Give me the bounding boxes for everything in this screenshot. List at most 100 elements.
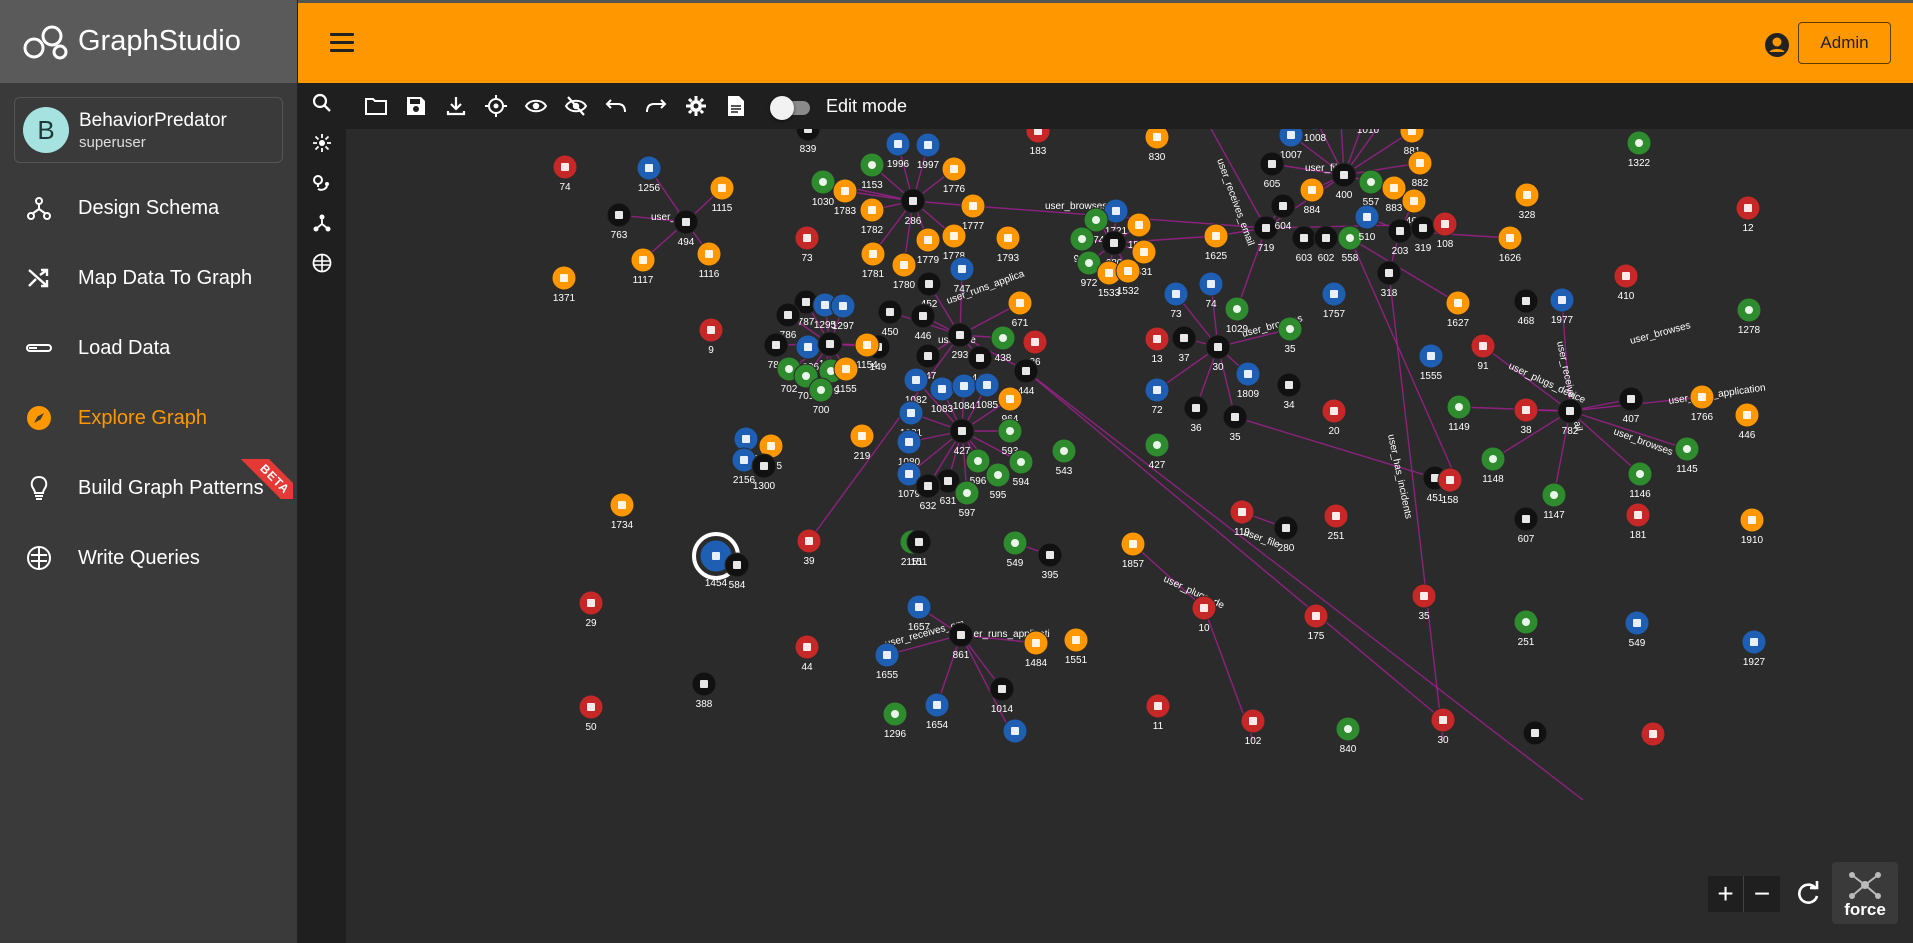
- graph-node-card[interactable]: 407: [1618, 386, 1644, 425]
- locate-button[interactable]: [476, 86, 516, 126]
- graph-node-card[interactable]: 607: [1513, 506, 1539, 545]
- graph-node-dev[interactable]: 1148: [1480, 446, 1506, 485]
- path-finding-button[interactable]: [298, 163, 346, 203]
- graph-node-user[interactable]: 1083: [929, 376, 955, 415]
- graph-node-app[interactable]: 883: [1381, 175, 1407, 214]
- graph-node-app[interactable]: 671: [1007, 290, 1033, 329]
- graph-node-app[interactable]: 1793: [995, 225, 1021, 264]
- graph-canvas[interactable]: user_browses user_file user_runs_applica us…: [346, 129, 1913, 943]
- graph-node-file[interactable]: 1014: [989, 676, 1015, 715]
- graph-node-file[interactable]: 603: [1291, 225, 1317, 264]
- graph-node-app[interactable]: 1116: [696, 241, 722, 280]
- graph-node-user[interactable]: 1977: [1549, 287, 1575, 326]
- graph-node-user[interactable]: 1927: [1741, 629, 1767, 668]
- graph-node-inc[interactable]: 29: [578, 590, 604, 629]
- graph-node-user[interactable]: 1007: [1278, 129, 1304, 161]
- graph-node-file[interactable]: 763: [606, 202, 632, 241]
- graph-node-dev[interactable]: 1146: [1627, 461, 1653, 500]
- graph-node-user[interactable]: 549: [1624, 610, 1650, 649]
- graph-node-app[interactable]: 882: [1407, 150, 1433, 189]
- graph-node-file[interactable]: 605: [1259, 151, 1285, 190]
- graph-node-mail[interactable]: 108: [1432, 211, 1458, 250]
- zoom-in-button[interactable]: +: [1708, 876, 1744, 912]
- graph-node-app[interactable]: 1734: [609, 492, 635, 531]
- graph-node-mail[interactable]: 175: [1303, 603, 1329, 642]
- graph-node-mail[interactable]: [1640, 721, 1666, 747]
- settings-button[interactable]: [676, 86, 716, 126]
- refresh-layout-button[interactable]: [1790, 876, 1826, 912]
- graph-visualization[interactable]: user_browsesuser_fileuser_runs_applicaus…: [346, 129, 1913, 943]
- graph-node-file[interactable]: 1300: [751, 453, 777, 492]
- graph-node-file[interactable]: 36: [1183, 395, 1209, 434]
- graph-node-user[interactable]: 1082: [903, 367, 929, 406]
- graph-node-inc[interactable]: 39: [796, 528, 822, 567]
- graph-node-user[interactable]: 1997: [915, 132, 941, 171]
- graph-node-user[interactable]: 1757: [1321, 281, 1347, 320]
- graph-node-user[interactable]: 1297: [830, 293, 856, 332]
- graph-node-file[interactable]: 839: [795, 129, 821, 155]
- graph-node-user[interactable]: 1654: [924, 692, 950, 731]
- graph-node-dev[interactable]: 1029: [1224, 296, 1250, 335]
- query-run-button[interactable]: [298, 243, 346, 283]
- graph-node-user[interactable]: 1996: [885, 131, 911, 170]
- graph-node-dev[interactable]: 427: [1144, 432, 1170, 471]
- graph-node-dev[interactable]: 251: [1513, 609, 1539, 648]
- show-button[interactable]: [516, 86, 556, 126]
- graph-node-card[interactable]: 494: [673, 209, 699, 248]
- nav-write-queries[interactable]: Write Queries: [0, 523, 297, 593]
- graph-node-card[interactable]: 30: [1205, 334, 1231, 373]
- layout-force-button[interactable]: force: [1832, 862, 1898, 924]
- graph-node-user[interactable]: 1657: [906, 594, 932, 633]
- graph-node-dev[interactable]: 557: [1358, 169, 1384, 208]
- graph-node-card[interactable]: 861: [948, 622, 974, 661]
- graph-node-app[interactable]: 1627: [1445, 290, 1471, 329]
- graph-node-file[interactable]: 318: [1376, 260, 1402, 299]
- graph-node-file[interactable]: 37: [1171, 325, 1197, 364]
- graph-node-mail[interactable]: 181: [1625, 502, 1651, 541]
- k-step-button[interactable]: [298, 203, 346, 243]
- nav-explore-graph[interactable]: Explore Graph: [0, 383, 297, 453]
- graph-node-card[interactable]: 203: [1387, 218, 1413, 257]
- graph-node-dev[interactable]: 1149: [1446, 394, 1472, 433]
- graph-node-app[interactable]: 1776: [941, 156, 967, 195]
- zoom-out-button[interactable]: −: [1744, 876, 1780, 912]
- graph-node-app[interactable]: 1484: [1023, 630, 1049, 669]
- graph-node-dev[interactable]: 35: [1277, 316, 1303, 355]
- graph-node-app[interactable]: 1626: [1497, 225, 1523, 264]
- graph-node-card[interactable]: 151: [906, 529, 932, 568]
- graph-node-app[interactable]: 1155: [833, 356, 859, 395]
- graph-node-file[interactable]: 319: [1410, 215, 1436, 254]
- graph-node-app[interactable]: 446: [1734, 402, 1760, 441]
- graph-node-user[interactable]: 1256: [636, 155, 662, 194]
- graph-node-dev[interactable]: 543: [1051, 438, 1077, 477]
- graph-node-mail[interactable]: 158: [1437, 467, 1463, 506]
- graph-node-app[interactable]: 1371: [551, 265, 577, 304]
- graph-node-card[interactable]: 280: [1273, 515, 1299, 554]
- graph-node-user[interactable]: 73: [1163, 281, 1189, 320]
- graph-node-dev[interactable]: 1296: [882, 701, 908, 740]
- graph-node-inc[interactable]: 30: [1430, 707, 1456, 746]
- graph-edge[interactable]: [1388, 272, 1444, 741]
- graph-node-app[interactable]: 1910: [1739, 507, 1765, 546]
- graph-edge[interactable]: [1025, 370, 1584, 801]
- graph-node-dev[interactable]: 1145: [1674, 436, 1700, 475]
- graph-node-file[interactable]: 602: [1313, 225, 1339, 264]
- graph-node-app[interactable]: 1779: [915, 227, 941, 266]
- document-button[interactable]: [716, 86, 756, 126]
- nav-design-schema[interactable]: Design Schema: [0, 173, 297, 243]
- graph-node-app[interactable]: 1783: [832, 178, 858, 217]
- graph-node-inc[interactable]: 74: [552, 154, 578, 193]
- nav-map-data-to-graph[interactable]: Map Data To Graph: [0, 243, 297, 313]
- graph-node-dev[interactable]: 549: [1002, 530, 1028, 569]
- graph-node-app[interactable]: 1778: [941, 223, 967, 262]
- hide-button[interactable]: [556, 86, 596, 126]
- graph-node-user[interactable]: 1555: [1418, 343, 1444, 382]
- redo-button[interactable]: [636, 86, 676, 126]
- graph-edge[interactable]: [1553, 410, 1571, 496]
- graph-node-app[interactable]: 1532: [1115, 258, 1141, 297]
- graph-node-dev[interactable]: 595: [985, 462, 1011, 501]
- graph-node-file[interactable]: 388: [691, 671, 717, 710]
- graph-node-inc[interactable]: 10: [1191, 595, 1217, 634]
- graph-node-dev[interactable]: 700: [808, 377, 834, 416]
- graph-node-dev[interactable]: 1147: [1541, 482, 1567, 521]
